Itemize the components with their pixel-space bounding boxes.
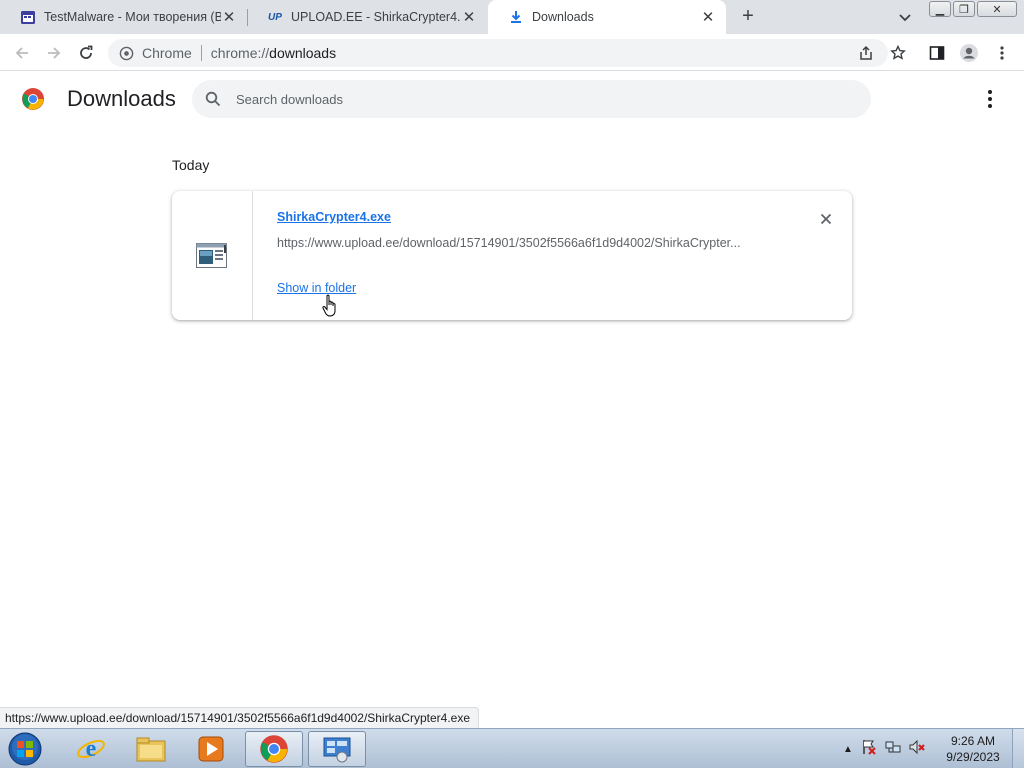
profile-avatar-icon[interactable] [958,42,980,64]
calendar-icon [20,9,36,25]
file-source-url[interactable]: https://www.upload.ee/download/15714901/… [277,236,741,250]
tab-title: TestMalware - Мои творения (В [44,10,221,24]
url-scheme: chrome:// [210,45,270,61]
tab-close-icon[interactable]: ✕ [221,9,237,26]
system-tray: ▲ [843,737,943,761]
exe-file-icon [196,243,227,268]
show-desktop-button[interactable] [1012,729,1024,768]
file-explorer-icon[interactable] [122,731,180,767]
action-center-icon[interactable] [861,739,877,760]
omnibox-chip: Chrome [142,45,192,61]
bookmark-star-icon[interactable] [887,42,909,64]
minimize-button[interactable]: ▁ [929,1,951,17]
show-in-folder-link[interactable]: Show in folder [277,281,356,295]
chrome-menu-icon[interactable] [991,42,1013,64]
tab-title: Downloads [532,10,594,24]
search-icon [204,90,222,108]
tab-upload-ee[interactable]: UP UPLOAD.EE - ShirkaCrypter4.exe ✕ [247,0,487,34]
internet-explorer-icon[interactable]: e [62,731,120,767]
link-status-bubble: https://www.upload.ee/download/15714901/… [0,707,480,728]
chrome-security-icon [118,45,134,61]
share-icon[interactable] [855,42,877,64]
forward-icon[interactable] [43,42,65,64]
media-player-icon[interactable] [182,731,240,767]
tab-close-icon[interactable]: ✕ [700,9,716,26]
page-title: Downloads [67,86,176,111]
close-window-button[interactable]: ✕ [977,1,1017,17]
tab-close-icon[interactable]: ✕ [461,9,477,26]
clock-time: 9:26 AM [950,734,996,748]
tab-title: UPLOAD.EE - ShirkaCrypter4.exe [291,10,461,24]
system-clock[interactable]: 9:26 AM 9/29/2023 [944,733,1002,765]
network-icon[interactable] [885,739,901,760]
hand-cursor-icon [322,294,340,318]
chrome-logo-icon [21,87,45,111]
download-item: ShirkaCrypter4.exe https://www.upload.ee… [172,191,852,320]
svg-text:e: e [86,736,97,762]
remove-download-icon[interactable] [817,210,835,228]
control-panel-icon[interactable] [308,731,366,767]
tab-downloads[interactable]: Downloads ✕ [488,0,726,34]
restore-button[interactable]: ❐ [953,1,975,17]
chrome-icon[interactable] [245,731,303,767]
tab-strip: TestMalware - Мои творения (В ✕ UP UPLOA… [0,0,1024,34]
date-section-label: Today [172,157,210,173]
upload-ee-icon: UP [268,11,282,23]
reload-icon[interactable] [75,42,97,64]
downloads-header: Downloads [0,72,1024,128]
omnibox-separator [200,45,202,61]
url-host: downloads [269,45,337,61]
show-hidden-icons-icon[interactable]: ▲ [843,744,853,755]
download-icon [508,9,524,25]
address-bar[interactable]: Chrome chrome://downloads [108,39,888,67]
taskbar: e ▲ 9:26 AM 9/29/2023 [0,728,1024,768]
file-icon-area [172,191,253,320]
browser-toolbar: Chrome chrome://downloads [0,34,1024,71]
search-input[interactable] [236,91,836,107]
tab-testmalware[interactable]: TestMalware - Мои творения (В ✕ [0,0,247,34]
file-name-link[interactable]: ShirkaCrypter4.exe [277,210,391,224]
side-panel-icon[interactable] [926,42,948,64]
back-icon[interactable] [11,42,33,64]
start-button[interactable] [5,731,45,767]
new-tab-button[interactable]: + [737,5,759,27]
volume-muted-icon[interactable] [909,739,925,760]
tab-search-icon[interactable] [896,8,914,26]
search-box[interactable] [192,80,871,118]
clock-date: 9/29/2023 [946,750,1000,764]
downloads-more-icon[interactable] [980,88,1000,110]
